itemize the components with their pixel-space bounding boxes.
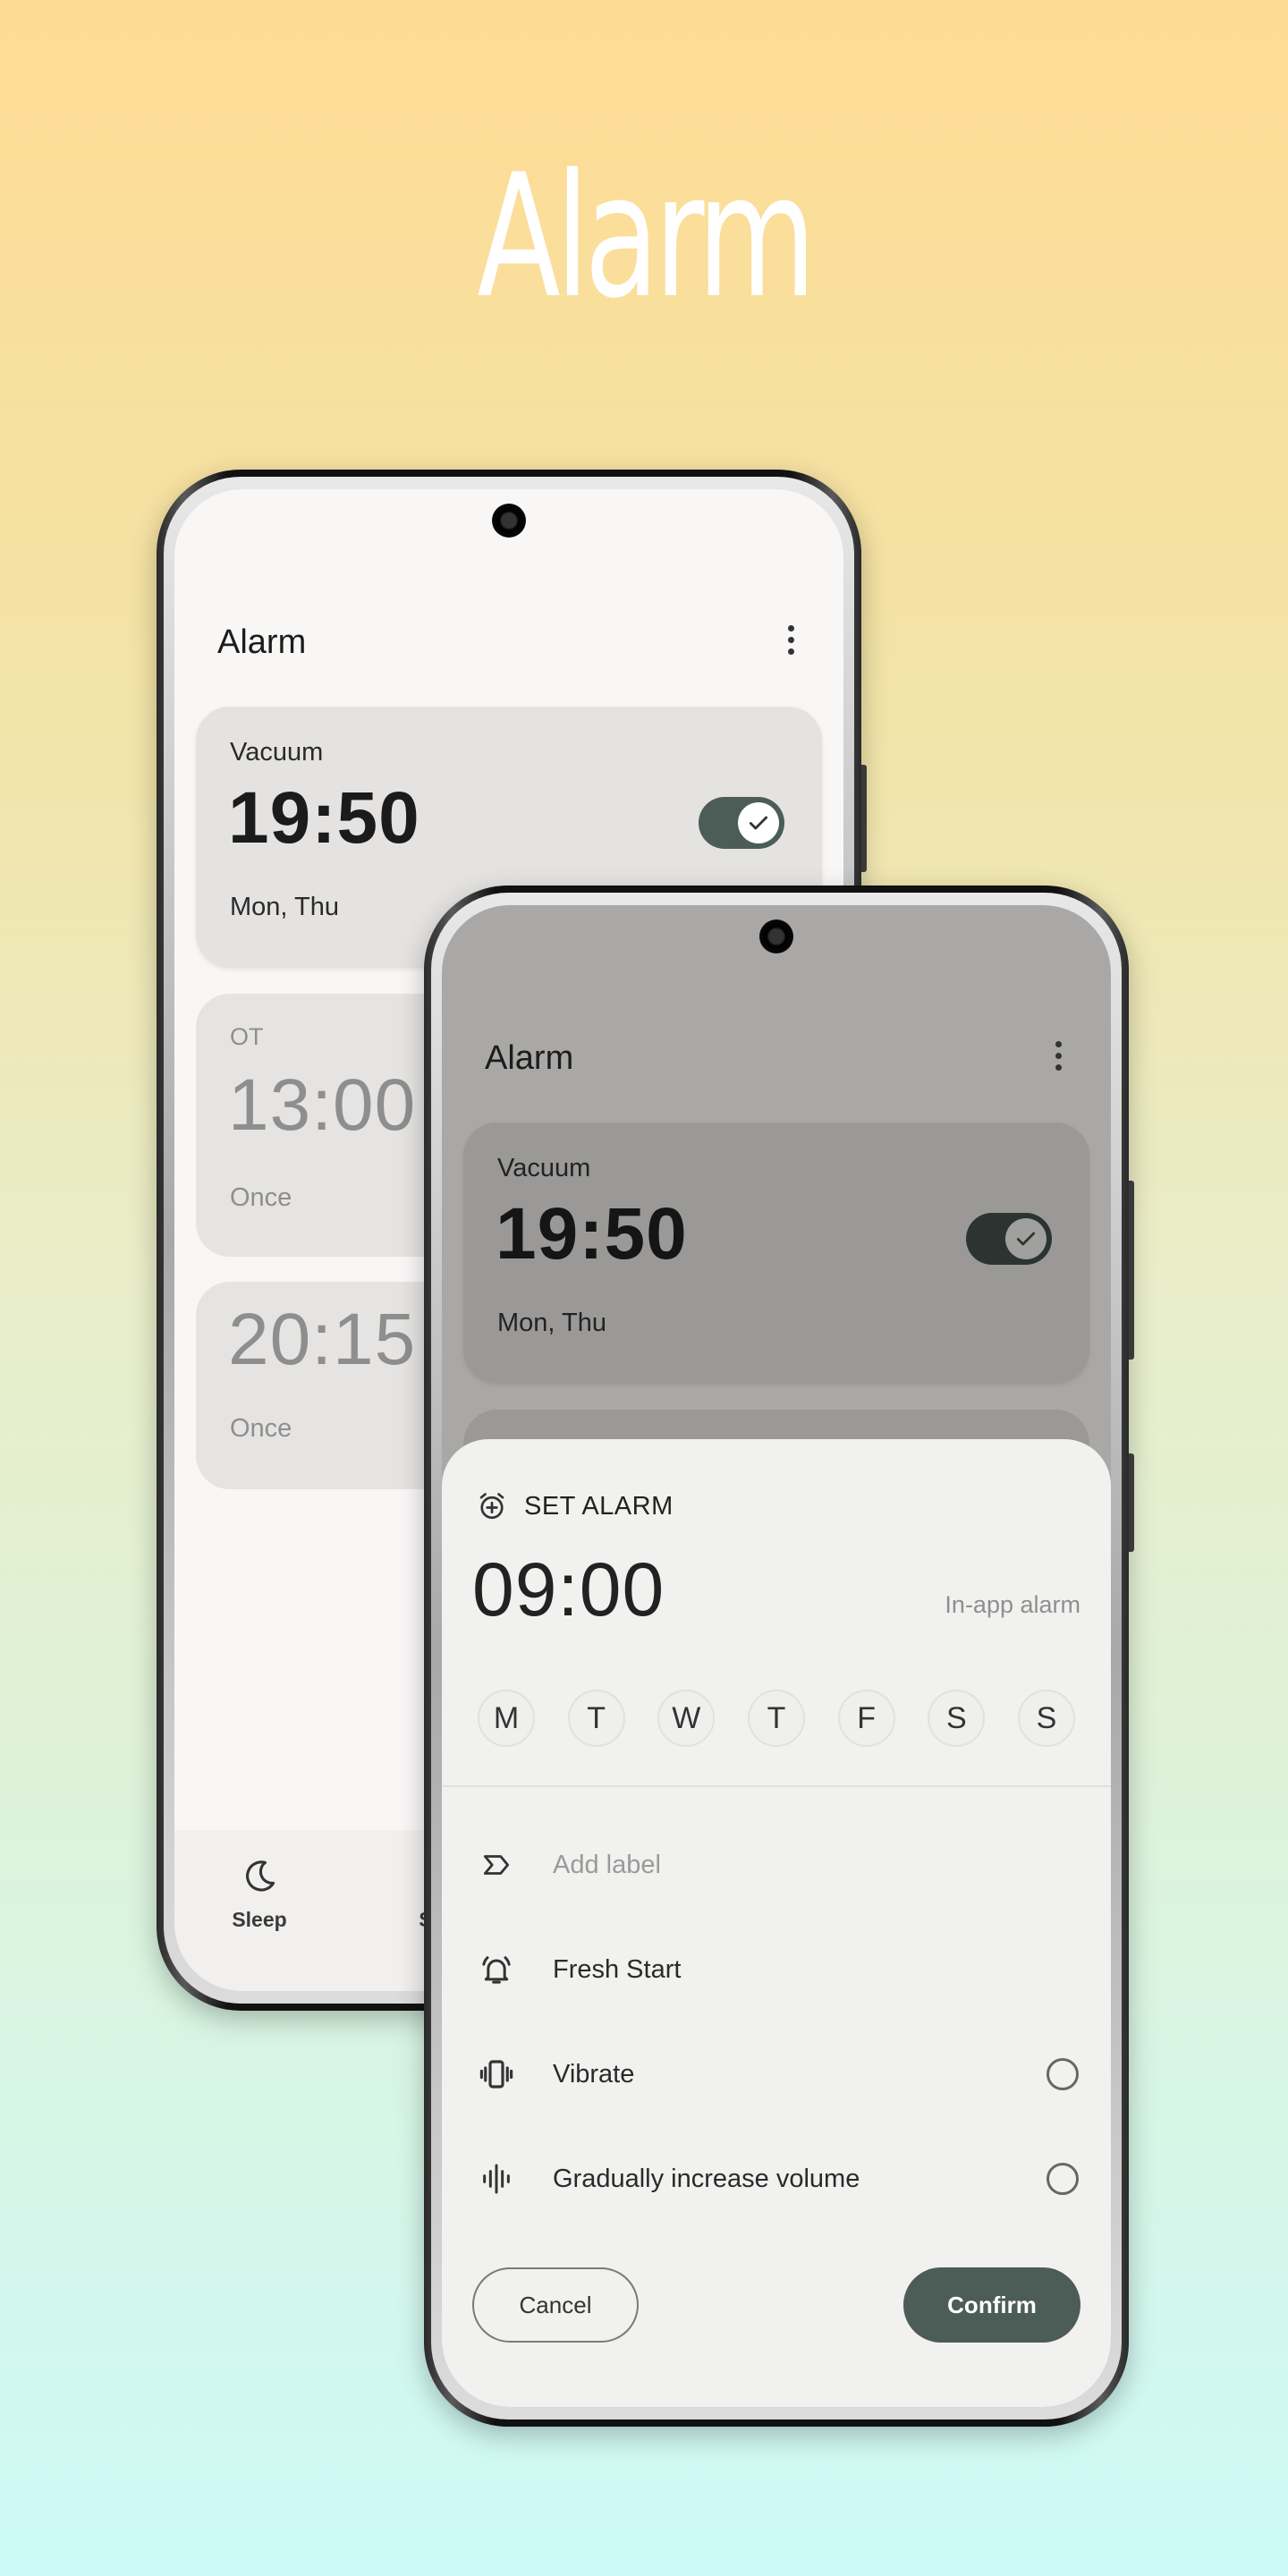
cancel-button[interactable]: Cancel [472,2267,639,2343]
alarm-days: Once [230,1183,292,1212]
alarm-mode[interactable]: In-app alarm [945,1591,1080,1619]
day-chip-fri[interactable]: F [837,1690,895,1747]
front-phone-screen: Alarm Vacuum 19:50 Mon, Thu SET ALARM 09… [442,905,1111,2407]
more-options-icon[interactable] [1045,1029,1072,1082]
moon-icon [246,1860,275,1892]
label-input[interactable]: Add label [553,1851,661,1880]
alarm-time: 13:00 [228,1064,417,1146]
gradual-volume-radio[interactable] [1046,2163,1079,2195]
vibrate-icon [476,2054,517,2095]
alarm-label: OT [230,1023,264,1050]
alarm-toggle[interactable] [966,1213,1052,1265]
vibrate-row[interactable]: Vibrate [476,2047,1079,2101]
camera-hole [492,504,526,538]
divider [442,1785,1111,1787]
alarm-days: Mon, Thu [230,893,339,921]
alarm-label: Vacuum [230,738,324,767]
confirm-button[interactable]: Confirm [903,2267,1080,2343]
side-button [1129,1181,1134,1360]
day-chip-wed[interactable]: W [657,1690,716,1747]
day-chip-sat[interactable]: S [928,1690,986,1747]
set-alarm-sheet: SET ALARM 09:00 In-app alarm M T W T F S… [442,1439,1111,2407]
ringtone-name: Fresh Start [553,1954,682,1984]
nav-label: Sleep [232,1908,287,1931]
ringtone-row[interactable]: Fresh Start [476,1943,1079,1996]
alarm-time: 20:15 [228,1299,417,1380]
alarm-time: 19:50 [228,777,420,859]
alarm-days: Once [230,1414,292,1443]
check-icon [1005,1218,1046,1259]
bell-ring-icon [476,1949,517,1990]
alarm-toggle[interactable] [699,797,784,849]
alarm-add-icon [479,1493,504,1520]
app-title: Alarm [485,1039,574,1077]
day-chip-thu[interactable]: T [747,1690,805,1747]
day-chip-sun[interactable]: S [1017,1690,1075,1747]
vibrate-radio[interactable] [1046,2058,1079,2090]
more-options-icon[interactable] [777,613,804,666]
nav-item-sleep[interactable]: Sleep [201,1857,318,1932]
label-icon [476,1844,517,1885]
weekday-selector: M T W T F S S [478,1690,1075,1747]
gradual-volume-row[interactable]: Gradually increase volume [476,2152,1079,2206]
alarm-time: 19:50 [496,1193,688,1275]
side-button [1129,1453,1134,1552]
day-chip-mon[interactable]: M [478,1690,535,1747]
alarm-card[interactable]: Vacuum 19:50 Mon, Thu [463,1123,1089,1384]
hero-title: Alarm [477,138,816,335]
day-chip-tue[interactable]: T [567,1690,625,1747]
app-title: Alarm [217,623,307,661]
waveform-icon [476,2158,517,2199]
vibrate-label: Vibrate [553,2059,635,2089]
alarm-days: Mon, Thu [497,1309,606,1337]
alarm-time-picker[interactable]: 09:00 [472,1546,665,1633]
side-button [861,765,867,872]
sheet-header: SET ALARM [476,1490,674,1522]
gradual-volume-label: Gradually increase volume [553,2164,860,2193]
camera-hole [759,919,793,953]
front-phone: Alarm Vacuum 19:50 Mon, Thu SET ALARM 09… [424,886,1134,2427]
alarm-label: Vacuum [497,1154,591,1182]
label-row[interactable]: Add label [476,1838,1079,1892]
sheet-title: SET ALARM [524,1491,674,1521]
check-icon [738,802,779,843]
